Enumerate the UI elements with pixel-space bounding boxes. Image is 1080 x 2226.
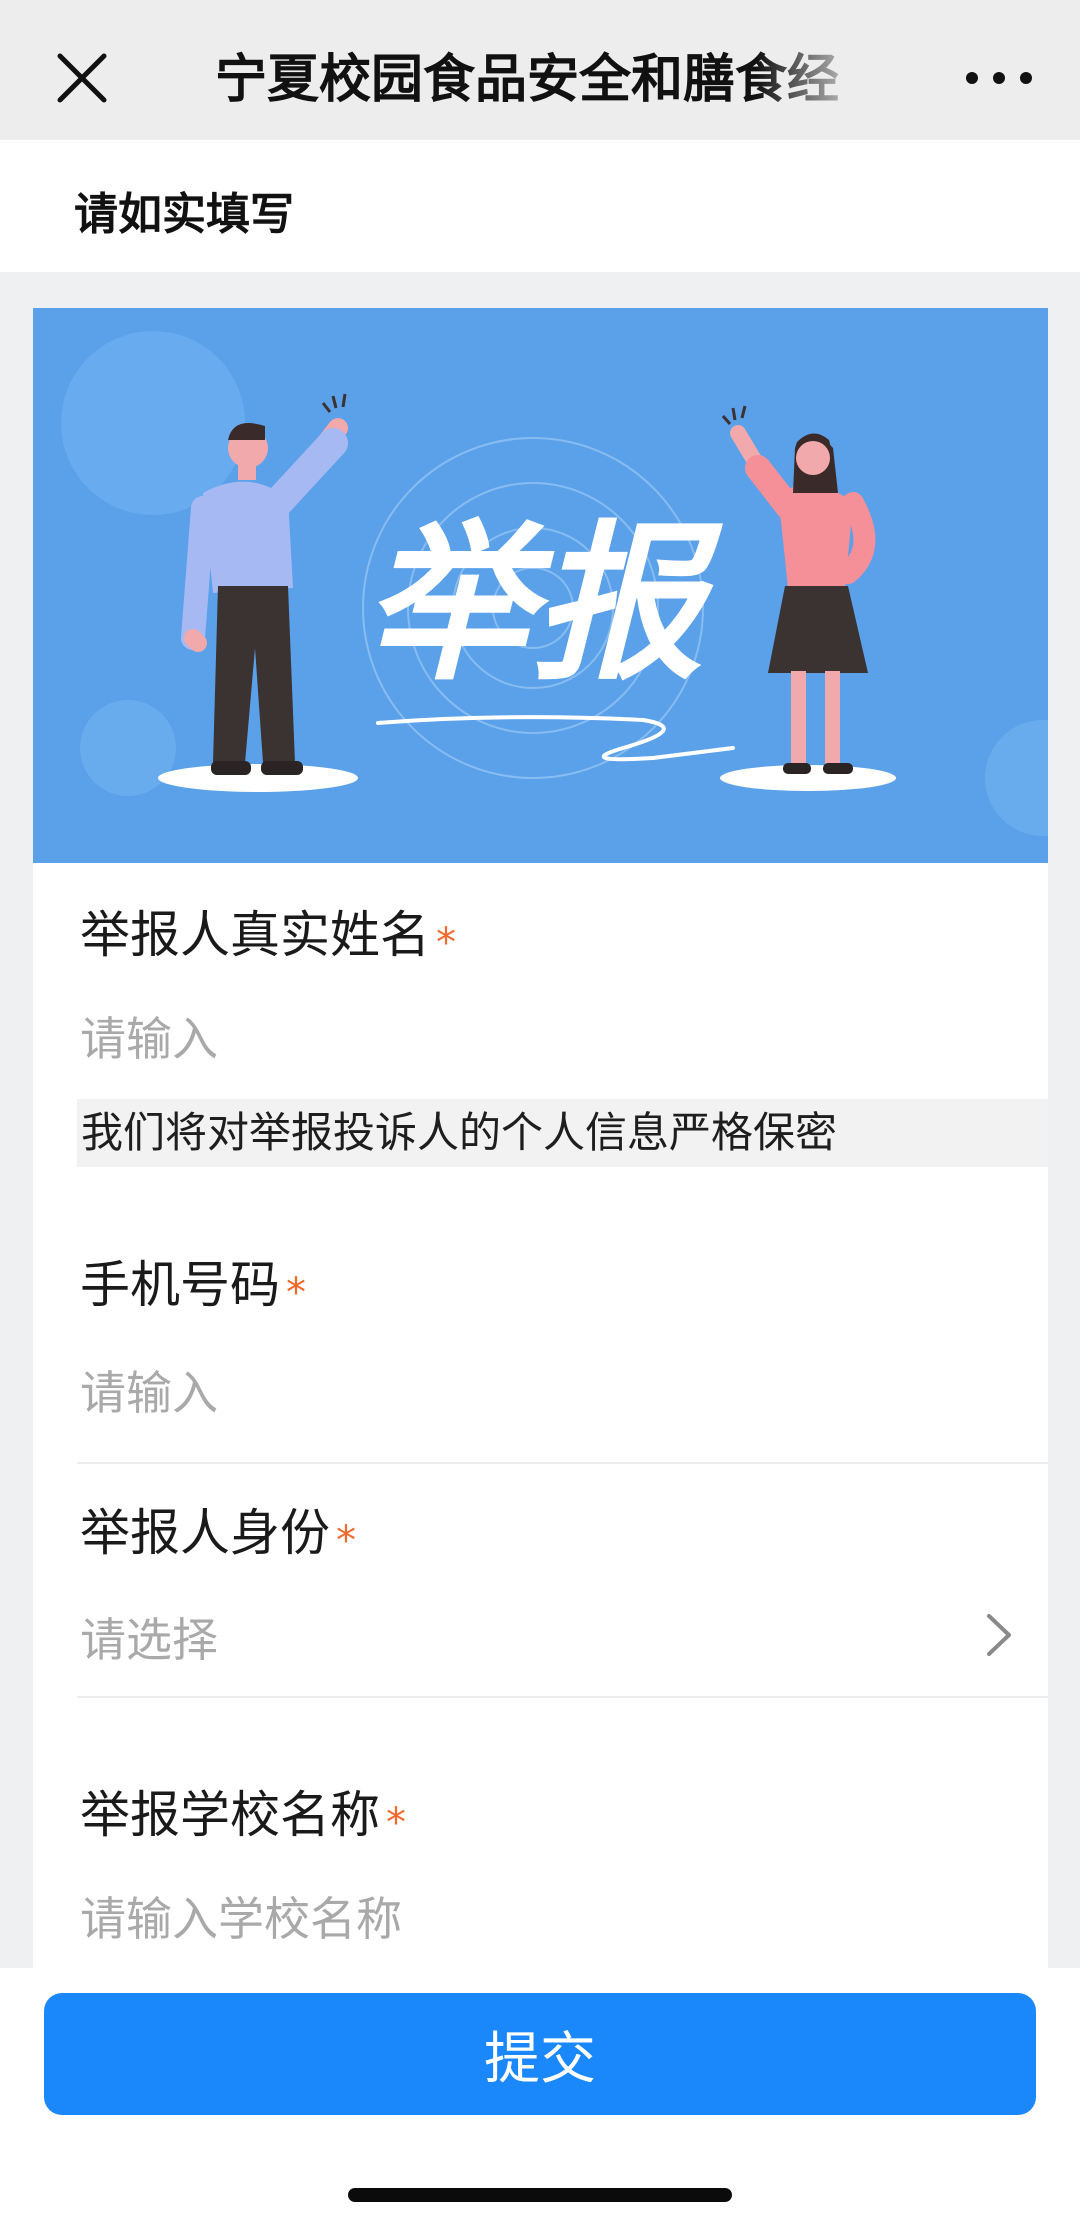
privacy-note: 我们将对举报投诉人的个人信息严格保密 [77, 1099, 1048, 1167]
privacy-note-text: 我们将对举报投诉人的个人信息严格保密 [81, 1108, 838, 1157]
notice-bar: 请如实填写 [0, 140, 1080, 272]
chevron-right-icon [987, 1614, 1011, 1656]
required-mark: * [436, 920, 456, 966]
divider [77, 1696, 1048, 1698]
school-field-label: 举报学校名称 * [80, 1786, 406, 1846]
phone-field-label: 手机号码 * [80, 1256, 306, 1316]
phone-input[interactable] [80, 1362, 1000, 1424]
banner-text: 举报 [363, 506, 723, 704]
close-icon[interactable] [52, 48, 112, 108]
required-mark: * [386, 1800, 406, 1846]
school-name-input[interactable] [80, 1888, 1000, 1950]
top-bar: 宁夏校园食品安全和膳食经 [0, 0, 1080, 140]
page-title: 宁夏校园食品安全和膳食经 [215, 50, 840, 110]
identity-field-label: 举报人身份 * [80, 1504, 356, 1564]
identity-select[interactable]: 请选择 [77, 1600, 1017, 1670]
submit-button[interactable]: 提交 [44, 1993, 1036, 2115]
more-dots-icon[interactable] [962, 62, 1042, 94]
required-mark: * [336, 1518, 356, 1564]
identity-select-placeholder: 请选择 [80, 1613, 218, 1667]
required-mark: * [286, 1270, 306, 1316]
notice-text: 请如实填写 [74, 189, 294, 240]
divider [77, 1462, 1048, 1464]
home-indicator [348, 2188, 732, 2202]
name-input[interactable] [80, 1008, 1000, 1070]
name-field-label: 举报人真实姓名 * [80, 906, 456, 966]
report-banner: 举报 [33, 308, 1048, 863]
